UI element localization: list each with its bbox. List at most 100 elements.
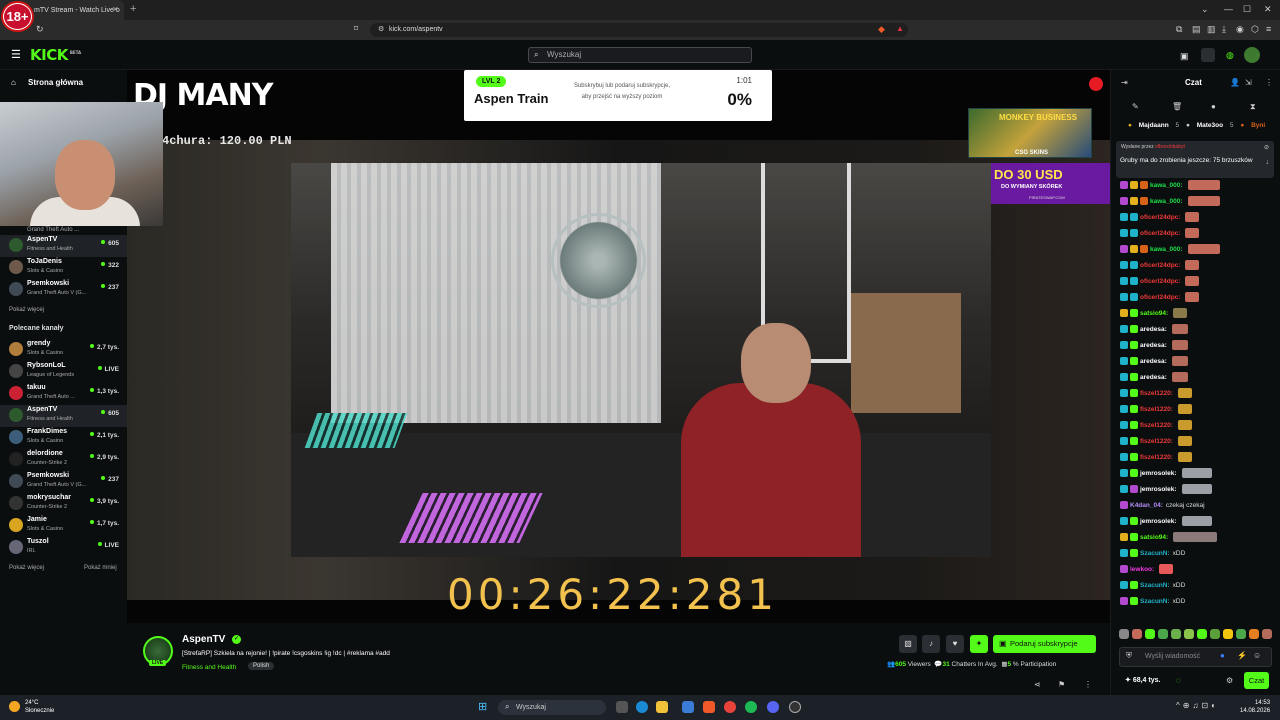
chat-message[interactable]: oficerl24dpc:	[1120, 290, 1278, 304]
chat-username[interactable]: oficerl24dpc:	[1140, 294, 1180, 301]
new-tab-icon[interactable]: +	[130, 3, 136, 15]
emoji-icon[interactable]: ☺	[1253, 651, 1261, 660]
reload-icon[interactable]: ↻	[36, 24, 44, 35]
taskbar-search[interactable]: Wyszukaj	[498, 700, 606, 715]
chat-username[interactable]: fiszel1220:	[1140, 422, 1173, 429]
chat-message[interactable]: fiszel1220:	[1120, 386, 1278, 400]
follow-heart-icon[interactable]: ♥	[946, 635, 964, 653]
emote-shortcut[interactable]	[1236, 629, 1246, 639]
layout-toggle[interactable]	[1201, 48, 1215, 62]
chat-username[interactable]: aredesa:	[1140, 326, 1167, 333]
emote-shortcut[interactable]	[1145, 629, 1155, 639]
chat-username[interactable]: kawa_000:	[1150, 198, 1183, 205]
bookmark-icon[interactable]: ⌑	[354, 24, 358, 33]
sidebar-item-recommended[interactable]: RybsonLoL League of Legends LIVE	[0, 361, 127, 383]
chat-message[interactable]: satsio94:	[1120, 530, 1278, 544]
chat-message[interactable]: SzacunN: xDD	[1120, 546, 1278, 560]
hamburger-menu-icon[interactable]: ☰	[11, 48, 21, 61]
sidebar-item-recommended[interactable]: Jamie Slots & Casino 1,7 tys.	[0, 515, 127, 537]
gift-subs-button[interactable]: Podaruj subskrypcje	[993, 635, 1096, 653]
weather-widget[interactable]: 24°C Słonecznie	[25, 699, 54, 715]
emote-shortcut[interactable]	[1184, 629, 1194, 639]
emote-shortcut[interactable]	[1171, 629, 1181, 639]
stream-category[interactable]: Fitness and Health	[182, 664, 236, 671]
emote-shortcut[interactable]	[1132, 629, 1142, 639]
tab-close-icon[interactable]: ✕	[112, 5, 119, 14]
chat-message[interactable]: SzacunN: xDD	[1120, 594, 1278, 608]
sidebar-icon[interactable]: ▤	[1192, 24, 1201, 35]
chat-message[interactable]: kawa_000:	[1120, 194, 1278, 208]
address-bar[interactable]: kick.com/aspentv	[370, 23, 908, 37]
sidebar-item-recommended[interactable]: Tuszol IRL LIVE	[0, 537, 127, 559]
discord-icon[interactable]	[767, 701, 779, 713]
extensions-icon[interactable]: ⧉	[1176, 24, 1182, 35]
language-tag[interactable]: Polish	[248, 662, 275, 670]
chat-message[interactable]: kawa_000:	[1120, 242, 1278, 256]
chat-username[interactable]: aredesa:	[1140, 342, 1167, 349]
sidebar-item-recommended[interactable]: Psemkowski Grand Theft Auto V (G... 237	[0, 471, 127, 493]
chat-username[interactable]: K4dan_04:	[1130, 502, 1163, 509]
maximize-icon[interactable]: ☐	[1243, 4, 1251, 15]
browser-menu-icon[interactable]: ≡	[1266, 24, 1271, 34]
chat-username[interactable]: satsio94:	[1140, 310, 1168, 317]
profile-icon[interactable]: ◉	[1236, 24, 1244, 35]
chat-message[interactable]: kawa_000:	[1120, 178, 1278, 192]
send-chat-button[interactable]: Czat	[1244, 672, 1269, 689]
rewards-icon[interactable]: ◌	[1176, 676, 1181, 685]
chat-message[interactable]: jemrosolek:	[1120, 466, 1278, 480]
task-view-icon[interactable]	[616, 701, 628, 713]
minimize-icon[interactable]: —	[1224, 4, 1233, 14]
chat-username[interactable]: fiszel1220:	[1140, 438, 1173, 445]
store-icon[interactable]	[682, 701, 694, 713]
chat-message[interactable]: aredesa:	[1120, 322, 1278, 336]
collapse-chat-icon[interactable]: ⇥	[1121, 78, 1128, 87]
chat-message[interactable]: oficerl24dpc:	[1120, 258, 1278, 272]
chat-message[interactable]: fiszel1220:	[1120, 434, 1278, 448]
report-icon[interactable]: ⚑	[1058, 680, 1065, 689]
chat-message[interactable]: oficerl24dpc:	[1120, 210, 1278, 224]
chat-message[interactable]: SzacunN: xDD	[1120, 578, 1278, 592]
chat-username[interactable]: fiszel1220:	[1140, 406, 1173, 413]
show-more-followed[interactable]: Pokaż więcej	[9, 307, 44, 313]
sidebar-item-tojadenis[interactable]: ToJaDenis Slots & Casino 322	[0, 257, 127, 279]
chat-username[interactable]: fiszel1220:	[1140, 390, 1173, 397]
chat-message[interactable]: oficerl24dpc:	[1120, 274, 1278, 288]
chat-username[interactable]: aredesa:	[1140, 374, 1167, 381]
obs-icon[interactable]	[789, 701, 801, 713]
chat-username[interactable]: SzacunN:	[1140, 598, 1170, 605]
emote-shortcut[interactable]	[1262, 629, 1272, 639]
brave-icon[interactable]	[703, 701, 715, 713]
kick-coin-icon[interactable]: ◍	[1226, 50, 1234, 61]
chat-message[interactable]: fiszel1220:	[1120, 402, 1278, 416]
video-player[interactable]: DJ MANY 4chura: 120.00 PLN LVL 2 Aspen T…	[127, 70, 1110, 623]
chrome-icon[interactable]	[724, 701, 736, 713]
chat-username[interactable]: oficerl24dpc:	[1140, 230, 1180, 237]
sidebar-item-recommended[interactable]: mokrysuchar Counter-Strike 2 3,9 tys.	[0, 493, 127, 515]
brave-shield-icon[interactable]: ◆	[878, 24, 885, 35]
reading-list-icon[interactable]: ▥	[1207, 24, 1216, 35]
chat-popout-icon[interactable]: ⇲	[1245, 78, 1252, 87]
share-icon[interactable]: ⋖	[1034, 680, 1041, 689]
emote-shortcut[interactable]	[1119, 629, 1129, 639]
edge-icon[interactable]	[636, 701, 648, 713]
chat-settings-icon[interactable]: ⋮	[1265, 78, 1273, 87]
show-less-recommended[interactable]: Pokaż mniej	[84, 565, 117, 571]
chat-message[interactable]: satsio94:	[1120, 306, 1278, 320]
command-icon[interactable]: ⚡	[1237, 651, 1247, 660]
chat-username[interactable]: fiszel1220:	[1140, 454, 1173, 461]
leader-item[interactable]: ● Majdaann 5	[1128, 122, 1179, 129]
chat-username[interactable]: satsio94:	[1140, 534, 1168, 541]
chat-username[interactable]: jemrosolek:	[1140, 470, 1177, 477]
chat-users-icon[interactable]: 👤	[1230, 78, 1240, 87]
chat-username[interactable]: jemrosolek:	[1140, 486, 1177, 493]
chat-bubble-icon[interactable]: ●	[1211, 102, 1216, 111]
downloads-icon[interactable]: ⤓	[1222, 24, 1226, 35]
chat-username[interactable]: oficerl24dpc:	[1140, 214, 1180, 221]
leader-item[interactable]: ● Mate3oo 5	[1186, 122, 1234, 129]
channel-name[interactable]: AspenTV	[182, 634, 225, 645]
sidebar-item-recommended[interactable]: delordione Counter-Strike 2 2,9 tys.	[0, 449, 127, 471]
tab-list-chevron-icon[interactable]: ⌄	[1201, 4, 1209, 15]
chat-message[interactable]: K4dan_04: czekaj czekaj	[1120, 498, 1278, 512]
chat-username[interactable]: lewkoo:	[1130, 566, 1154, 573]
sidebar-item-recommended[interactable]: takuu Grand Theft Auto ... 1,3 tys.	[0, 383, 127, 405]
